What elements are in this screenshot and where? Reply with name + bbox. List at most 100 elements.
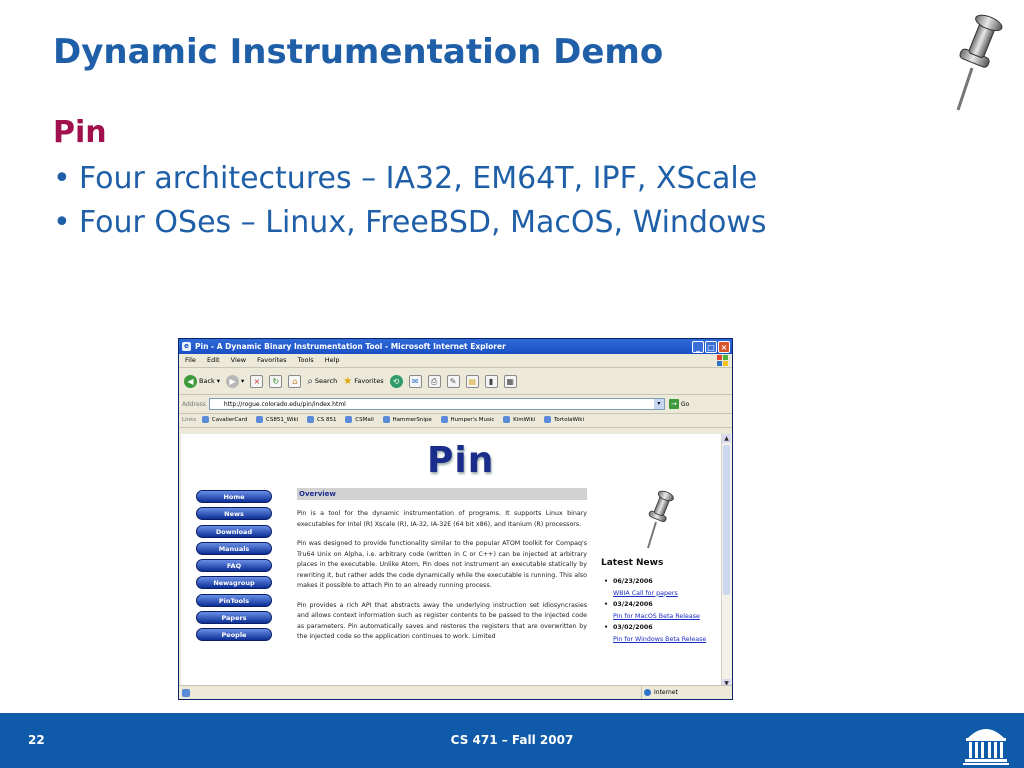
window-controls: _ □ ×: [691, 340, 730, 355]
pushpin-icon: [647, 490, 674, 549]
overview-heading: Overview: [297, 488, 587, 500]
vertical-scrollbar[interactable]: ▲ ▼: [721, 434, 732, 688]
search-button[interactable]: ⌕ Search: [307, 376, 337, 387]
ie-messenger-icon[interactable]: ▮: [484, 374, 498, 388]
link-page-icon: [382, 416, 390, 423]
ie-discuss-icon[interactable]: ▤: [465, 374, 479, 388]
rotunda-logo-icon: [963, 729, 1009, 765]
nav-download-button[interactable]: Download: [196, 524, 272, 538]
news-link[interactable]: Pin for MacOS Beta Release: [601, 611, 716, 623]
nav-home-button[interactable]: Home: [196, 490, 272, 503]
menu-edit[interactable]: Edit: [207, 356, 220, 364]
go-label: Go: [680, 400, 690, 408]
overview-paragraph: Pin was designed to provide functionalit…: [297, 540, 587, 589]
news-link[interactable]: WBIA Call for papers: [601, 588, 716, 600]
link-item[interactable]: KimWiki: [503, 416, 536, 423]
link-item[interactable]: CavalierCard: [201, 416, 247, 423]
links-bar: Links CavalierCard CS851_Wiki CS 851 CSM…: [179, 414, 732, 428]
link-label: CS 851: [316, 417, 337, 423]
page-status-icon: [182, 689, 190, 697]
course-label: CS 471 – Fall 2007: [450, 733, 574, 747]
bullet-item: • Four architectures – IA32, EM64T, IPF, …: [53, 157, 766, 201]
news-link[interactable]: Pin for Windows Beta Release: [601, 634, 716, 646]
browser-title: Pin - A Dynamic Binary Instrumentation T…: [195, 342, 506, 351]
link-item[interactable]: TortolaWiki: [543, 416, 585, 423]
zone-label: Internet: [654, 689, 678, 696]
ie-stop-icon[interactable]: ×: [250, 374, 264, 388]
slide-footer: 22 CS 471 – Fall 2007: [0, 713, 1024, 768]
news-date: 06/23/2006: [601, 576, 716, 588]
nav-news-button[interactable]: News: [196, 507, 272, 521]
close-button[interactable]: ×: [718, 341, 730, 353]
scroll-thumb[interactable]: [723, 445, 730, 595]
ie-go-icon: →: [668, 399, 679, 409]
link-label: Humper's Music: [450, 417, 495, 423]
link-label: HammerSnipe: [392, 417, 432, 423]
favorites-label: Favorites: [354, 377, 384, 385]
latest-news: Latest News 06/23/2006 WBIA Call for pap…: [601, 558, 716, 646]
link-item[interactable]: HammerSnipe: [382, 416, 432, 423]
bullet-glyph: •: [53, 161, 71, 196]
menu-help[interactable]: Help: [325, 356, 340, 364]
menu-view[interactable]: View: [231, 356, 246, 364]
link-label: CS851_Wiki: [266, 417, 299, 423]
ie-print-icon[interactable]: ⎙: [427, 374, 441, 388]
ie-history-icon[interactable]: ⟲: [389, 374, 403, 388]
ie-edit-icon[interactable]: ✎: [446, 374, 460, 388]
back-button[interactable]: ◀ Back ▾: [184, 374, 220, 388]
forward-button[interactable]: ▶ ▾: [226, 374, 244, 388]
link-item[interactable]: CS851_Wiki: [256, 416, 299, 423]
news-list: 06/23/2006 WBIA Call for papers 03/24/20…: [601, 576, 716, 646]
overview-paragraph: Pin provides a rich API that abstracts a…: [297, 601, 587, 641]
link-label: KimWiki: [513, 417, 536, 423]
ie-mail-icon[interactable]: ✉: [408, 374, 422, 388]
link-page-icon: [201, 416, 209, 423]
nav-people-button[interactable]: People: [196, 628, 272, 642]
nav-faq-button[interactable]: FAQ: [196, 559, 272, 573]
windows-flag-icon: [717, 355, 728, 366]
browser-toolbar: ◀ Back ▾ ▶ ▾ × ↻ ⌂ ⌕ Search ★ Favorites ⟲ ✉…: [179, 368, 732, 395]
ie-research-icon[interactable]: ▦: [503, 374, 517, 388]
bullet-text: Four OSes – Linux, FreeBSD, MacOS, Windo…: [79, 205, 767, 240]
nav-newsgroup-button[interactable]: Newsgroup: [196, 576, 272, 590]
browser-screenshot: e Pin - A Dynamic Binary Instrumentation…: [178, 338, 733, 700]
go-button[interactable]: → Go: [668, 399, 690, 409]
link-item[interactable]: CS 851: [306, 416, 337, 423]
pin-logo: Pin: [427, 440, 495, 481]
browser-title-bar: e Pin - A Dynamic Binary Instrumentation…: [179, 339, 732, 354]
address-label: Address: [182, 400, 206, 408]
ie-refresh-icon[interactable]: ↻: [269, 374, 283, 388]
overview-section: Overview Pin is a tool for the dynamic i…: [297, 488, 587, 643]
link-item[interactable]: Humper's Music: [440, 416, 495, 423]
address-input[interactable]: http://rogue.colorado.edu/pin/index.html…: [208, 398, 665, 410]
ie-forward-icon: ▶: [226, 374, 240, 388]
news-date: 03/24/2006: [601, 599, 716, 611]
menu-file[interactable]: File: [185, 356, 196, 364]
link-page-icon: [345, 416, 353, 423]
globe-icon: [644, 689, 651, 696]
bullet-text: Four architectures – IA32, EM64T, IPF, X…: [79, 161, 758, 196]
menu-favorites[interactable]: Favorites: [257, 356, 286, 364]
link-page-icon: [543, 416, 551, 423]
nav-papers-button[interactable]: Papers: [196, 611, 272, 625]
link-label: TortolaWiki: [553, 417, 585, 423]
address-url: http://rogue.colorado.edu/pin/index.html: [223, 401, 346, 408]
chevron-down-icon[interactable]: ▾: [653, 399, 664, 409]
nav-pintools-button[interactable]: PinTools: [196, 593, 272, 607]
ie-app-icon: e: [182, 342, 191, 351]
menu-bar: File Edit View Favorites Tools Help: [179, 354, 732, 368]
scroll-up-icon[interactable]: ▲: [722, 434, 731, 443]
minimize-button[interactable]: _: [692, 341, 704, 353]
maximize-button[interactable]: □: [705, 341, 717, 353]
link-item[interactable]: CSMail: [345, 416, 374, 423]
link-label: CSMail: [355, 417, 374, 423]
nav-manuals-button[interactable]: Manuals: [196, 541, 272, 555]
ie-search-icon: ⌕: [307, 375, 313, 387]
favorites-button[interactable]: ★ Favorites: [343, 376, 383, 387]
news-date: 03/02/2006: [601, 622, 716, 634]
pushpin-icon: [956, 14, 1003, 111]
ie-favorites-icon: ★: [343, 375, 353, 387]
menu-tools[interactable]: Tools: [298, 356, 314, 364]
ie-home-icon[interactable]: ⌂: [288, 374, 302, 388]
news-title: Latest News: [601, 558, 664, 568]
